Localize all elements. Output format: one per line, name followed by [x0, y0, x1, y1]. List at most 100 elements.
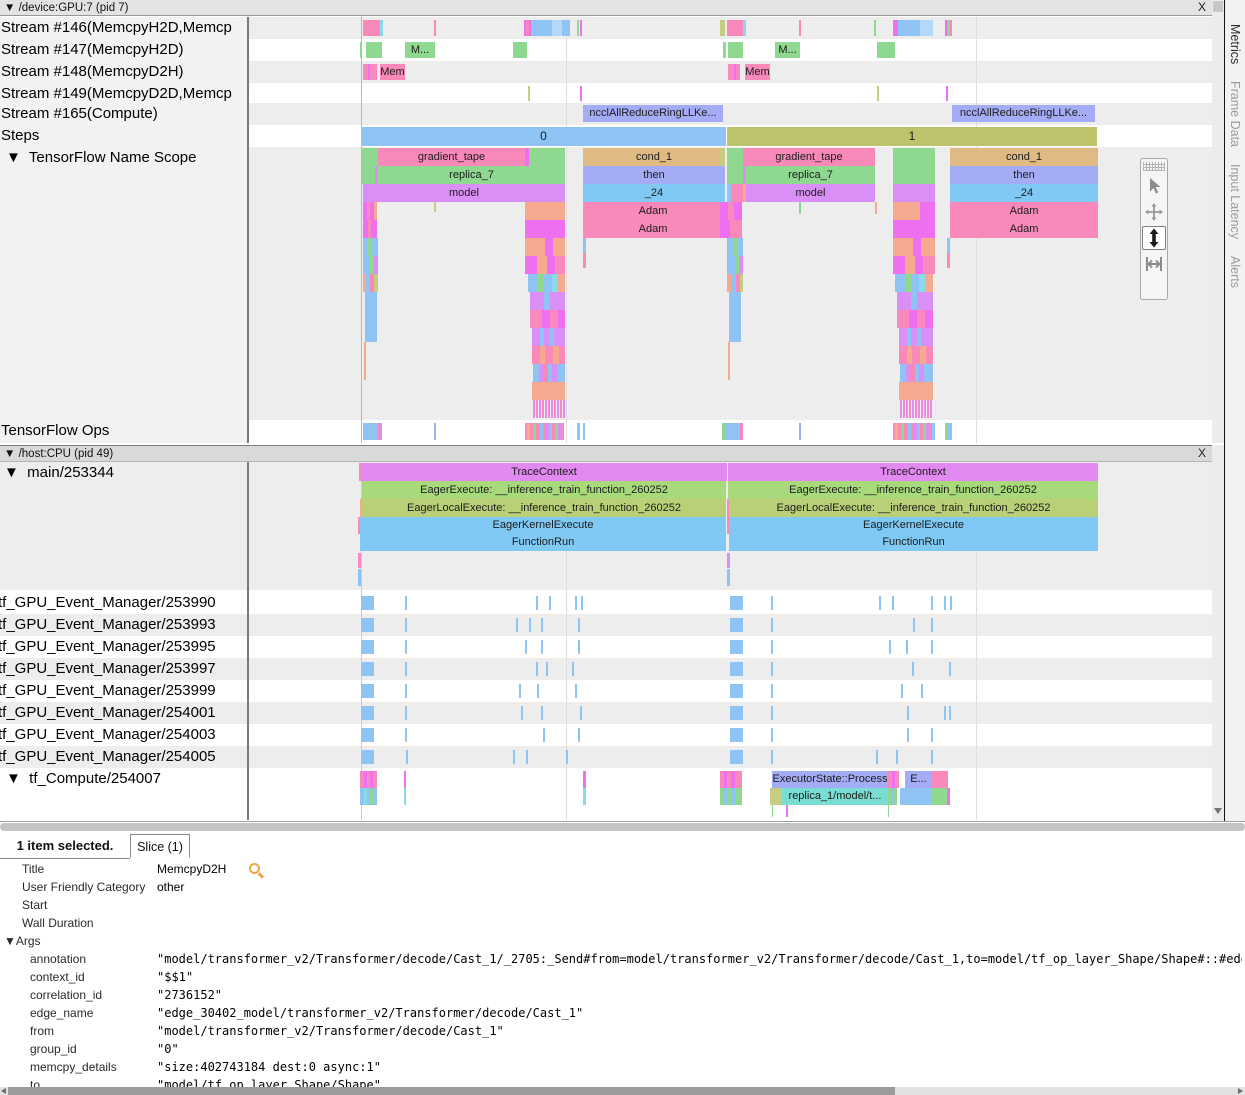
trace-event[interactable] — [875, 202, 877, 214]
trace-event[interactable] — [363, 256, 370, 274]
trace-event[interactable] — [874, 20, 876, 36]
trace-event[interactable] — [950, 596, 952, 610]
trace-event[interactable] — [893, 184, 935, 202]
trace-event[interactable] — [896, 750, 898, 764]
trace-event[interactable] — [361, 728, 374, 742]
trace-event[interactable] — [542, 310, 550, 328]
trace-event[interactable] — [729, 292, 741, 342]
trace-event[interactable] — [912, 400, 914, 418]
trace-event[interactable]: EagerLocalExecute: __inference_train_fun… — [729, 499, 1098, 517]
trace-event[interactable] — [931, 728, 933, 742]
trace-event[interactable] — [525, 220, 565, 238]
trace-event[interactable] — [720, 202, 728, 220]
trace-event[interactable] — [405, 662, 407, 676]
trace-event[interactable] — [557, 364, 565, 382]
timing-tool-button[interactable] — [1142, 252, 1166, 276]
trace-event[interactable] — [786, 805, 788, 817]
trace-event[interactable] — [559, 346, 565, 364]
trace-event[interactable]: Mem — [380, 64, 405, 80]
gpu-device-header[interactable]: ▼ /device:GPU:7 (pid 7) — [0, 0, 1212, 16]
trace-event[interactable] — [893, 220, 935, 238]
trace-event[interactable] — [434, 20, 436, 36]
trace-event[interactable] — [550, 292, 565, 310]
trace-event[interactable] — [519, 684, 521, 698]
trace-event[interactable] — [730, 684, 743, 698]
track-label-gpu-6[interactable]: ▼ TensorFlow Name Scope — [6, 149, 256, 169]
trace-event[interactable] — [888, 805, 889, 817]
trace-event[interactable] — [799, 423, 801, 440]
host-cpu-header[interactable]: ▼ /host:CPU (pid 49) — [0, 445, 1212, 462]
trace-event[interactable] — [537, 684, 539, 698]
trace-event[interactable] — [728, 342, 730, 380]
trace-event[interactable] — [877, 42, 895, 58]
toolbar-drag-handle-icon[interactable] — [1143, 162, 1165, 171]
scroll-right-arrow-icon[interactable] — [1238, 1088, 1243, 1094]
trace-event[interactable] — [728, 42, 743, 58]
trace-event[interactable] — [363, 20, 380, 36]
trace-event[interactable] — [541, 706, 543, 720]
trace-event[interactable] — [374, 202, 377, 220]
trace-event[interactable] — [560, 400, 562, 418]
trace-event[interactable] — [915, 400, 917, 418]
trace-event[interactable] — [730, 706, 743, 720]
trace-event[interactable] — [893, 202, 920, 220]
trace-event[interactable] — [513, 42, 527, 58]
trace-event[interactable] — [513, 750, 515, 764]
trace-event[interactable] — [731, 184, 743, 202]
trace-event[interactable] — [917, 292, 933, 310]
trace-event[interactable] — [771, 662, 773, 676]
trace-event[interactable] — [927, 400, 929, 418]
trace-event[interactable]: then — [950, 166, 1098, 184]
trace-event[interactable] — [550, 310, 558, 328]
trace-event[interactable] — [405, 618, 407, 632]
trace-event[interactable] — [771, 618, 773, 632]
trace-event[interactable] — [541, 640, 543, 654]
trace-event[interactable] — [521, 706, 523, 720]
trace-event[interactable] — [948, 423, 952, 440]
trace-event[interactable] — [895, 771, 899, 788]
trace-event[interactable] — [434, 423, 436, 440]
trace-event[interactable] — [536, 596, 538, 610]
gpu-vertical-scrollbar[interactable] — [1212, 0, 1224, 443]
trace-event[interactable] — [723, 42, 726, 58]
trace-event[interactable] — [909, 310, 917, 328]
trace-event[interactable] — [771, 706, 773, 720]
timeline-horizontal-scrollbar[interactable] — [0, 823, 1245, 831]
sidebar-tab-alerts[interactable]: Alerts — [1228, 256, 1242, 288]
trace-event[interactable]: cond_1 — [950, 148, 1098, 166]
trace-event[interactable] — [895, 274, 905, 292]
trace-event[interactable] — [364, 342, 366, 380]
trace-event[interactable] — [578, 618, 580, 632]
trace-event[interactable] — [771, 640, 773, 654]
trace-event[interactable] — [578, 728, 580, 742]
sidebar-tab-input-latency[interactable]: Input Latency — [1228, 164, 1242, 239]
trace-event[interactable] — [727, 256, 735, 274]
tab-slice[interactable]: Slice (1) — [130, 834, 190, 858]
trace-event[interactable] — [537, 256, 547, 274]
trace-event[interactable] — [361, 596, 374, 610]
trace-event[interactable]: Adam — [950, 220, 1098, 238]
trace-event[interactable]: _24 — [583, 184, 725, 202]
trace-event[interactable] — [907, 706, 909, 720]
trace-event[interactable]: Mem — [745, 64, 770, 80]
trace-event[interactable]: cond_1 — [583, 148, 725, 166]
trace-event[interactable] — [727, 569, 730, 586]
trace-event[interactable] — [548, 400, 550, 418]
trace-event[interactable]: _24 — [950, 184, 1098, 202]
zoom-vertical-tool-button[interactable] — [1142, 226, 1166, 250]
trace-event[interactable] — [889, 640, 891, 654]
trace-event[interactable] — [727, 166, 743, 184]
trace-event[interactable] — [931, 640, 933, 654]
trace-event[interactable]: TraceContext — [728, 463, 1098, 481]
trace-event[interactable] — [909, 400, 911, 418]
trace-event[interactable]: EagerExecute: __inference_train_function… — [728, 481, 1098, 499]
trace-event[interactable] — [577, 423, 580, 440]
trace-event[interactable] — [950, 20, 952, 36]
sidebar-tab-frame-data[interactable]: Frame Data — [1228, 81, 1242, 147]
trace-event[interactable] — [735, 771, 742, 788]
trace-event[interactable] — [770, 788, 782, 805]
trace-event[interactable] — [358, 553, 361, 568]
trace-event[interactable] — [380, 423, 382, 440]
trace-event[interactable]: gradient_tape — [743, 148, 875, 166]
trace-event[interactable] — [924, 400, 926, 418]
